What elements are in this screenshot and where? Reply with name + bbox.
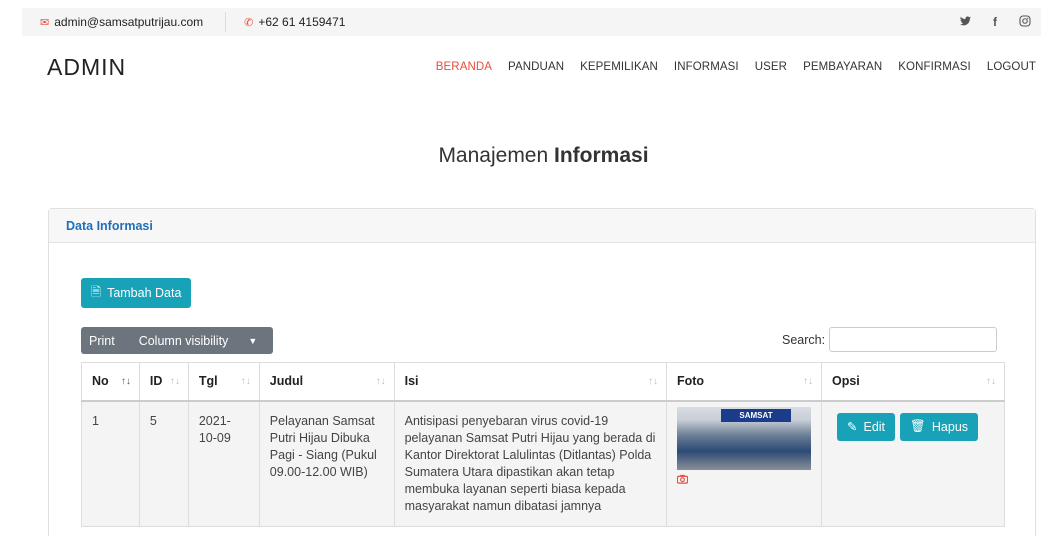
phone-text[interactable]: +62 61 4159471 [258,15,345,29]
twitter-icon[interactable] [959,15,971,29]
contact-phone[interactable]: ✆ +62 61 4159471 [226,15,345,29]
edit-button[interactable]: ✎ Edit [837,412,896,441]
page-title-bold: Informasi [554,144,649,167]
trash-icon: 🗑 [910,419,926,433]
column-header-opsi[interactable]: Opsi ↑↓ [821,362,1005,402]
row-actions: ✎ Edit 🗑 Hapus [832,412,994,441]
envelope-icon: ✉ [40,16,50,29]
add-data-button[interactable]: 🗎 Tambah Data [81,278,192,308]
brand-logo[interactable]: ADMIN [47,54,126,81]
data-table: No ↑↓ ID ↑↓ Tgl ↑↓ Judul ↑↓ Isi ↑↓ Foto ↑↓ Ops… [81,362,1005,527]
nav-logout[interactable]: LOGOUT [987,61,1036,73]
camera-icon[interactable] [676,473,811,490]
column-header-id[interactable]: ID ↑↓ [138,362,189,402]
add-data-label: Tambah Data [107,286,182,300]
top-bar: ✉ admin@samsatputrijau.com ✆ +62 61 4159… [0,0,1054,40]
chevron-down-icon: ▼ [248,335,258,346]
page-title: Manajemen Informasi [0,144,1054,168]
print-button[interactable]: Print [81,327,123,354]
sort-icon: ↑↓ [648,376,658,387]
cell-opsi: ✎ Edit 🗑 Hapus [821,400,1005,527]
cell-no: 1 [81,400,140,527]
photo-sign: SAMSAT [721,408,791,422]
top-bar-inner: ✉ admin@samsatputrijau.com ✆ +62 61 4159… [22,8,1041,36]
sort-icon: ↑↓ [169,376,180,387]
instagram-icon[interactable] [1019,14,1031,30]
nav-pembayaran[interactable]: PEMBAYARAN [803,61,882,73]
main-nav: BERANDA PANDUAN KEPEMILIKAN INFORMASI US… [420,61,1036,73]
nav-konfirmasi[interactable]: KONFIRMASI [898,61,971,73]
nav-kepemilikan[interactable]: KEPEMILIKAN [580,61,658,73]
column-header-tgl[interactable]: Tgl ↑↓ [187,362,260,402]
nav-panduan[interactable]: PANDUAN [508,61,564,73]
sort-icon: ↑↓ [986,376,996,387]
sort-icon: ↑↓ [240,376,251,387]
sort-icon: ↑↓ [120,376,131,387]
column-header-judul[interactable]: Judul ↑↓ [258,362,395,402]
card-header: Data Informasi [49,209,1035,243]
social-links: f [959,14,1031,30]
column-header-foto[interactable]: Foto ↑↓ [666,362,822,402]
delete-button[interactable]: 🗑 Hapus [900,412,979,441]
email-text[interactable]: admin@samsatputrijau.com [54,15,203,29]
data-card: Data Informasi 🗎 Tambah Data Print Colum… [48,208,1036,536]
pencil-icon: ✎ [847,420,858,434]
edit-label: Edit [863,419,886,434]
phone-icon: ✆ [244,16,254,29]
contact-email[interactable]: ✉ admin@samsatputrijau.com [40,12,227,32]
info-photo[interactable]: SAMSAT [677,406,811,470]
cell-isi: Antisipasi penyebaran virus covid-19 pel… [393,400,668,527]
column-visibility-button[interactable]: Column visibility ▼ [123,327,274,354]
search-input[interactable] [829,327,998,352]
nav-user[interactable]: USER [755,61,787,73]
cell-judul: Pelayanan Samsat Putri Hijau Dibuka Pagi… [258,400,395,527]
search-box: Search: [782,327,998,352]
export-button-group: Print Column visibility ▼ [81,327,274,354]
sort-icon: ↑↓ [803,376,813,387]
cell-id: 5 [138,400,189,527]
column-header-no[interactable]: No ↑↓ [81,362,140,402]
sort-icon: ↑↓ [375,376,386,387]
page-title-prefix: Manajemen [438,144,549,167]
delete-label: Hapus [931,419,969,434]
table-row: 1 5 2021-10-09 Pelayanan Samsat Putri Hi… [81,400,1005,527]
nav-informasi[interactable]: INFORMASI [674,61,739,73]
column-visibility-label: Column visibility [138,333,229,348]
column-header-isi[interactable]: Isi ↑↓ [393,362,668,402]
facebook-icon[interactable]: f [989,15,1001,29]
table-header-row: No ↑↓ ID ↑↓ Tgl ↑↓ Judul ↑↓ Isi ↑↓ Foto ↑↓ Ops… [81,362,1005,402]
document-icon: 🗎 [91,284,102,299]
cell-foto: SAMSAT [666,400,822,527]
cell-tgl: 2021-10-09 [187,400,260,527]
search-label: Search: [782,332,826,347]
nav-beranda[interactable]: BERANDA [436,61,492,73]
